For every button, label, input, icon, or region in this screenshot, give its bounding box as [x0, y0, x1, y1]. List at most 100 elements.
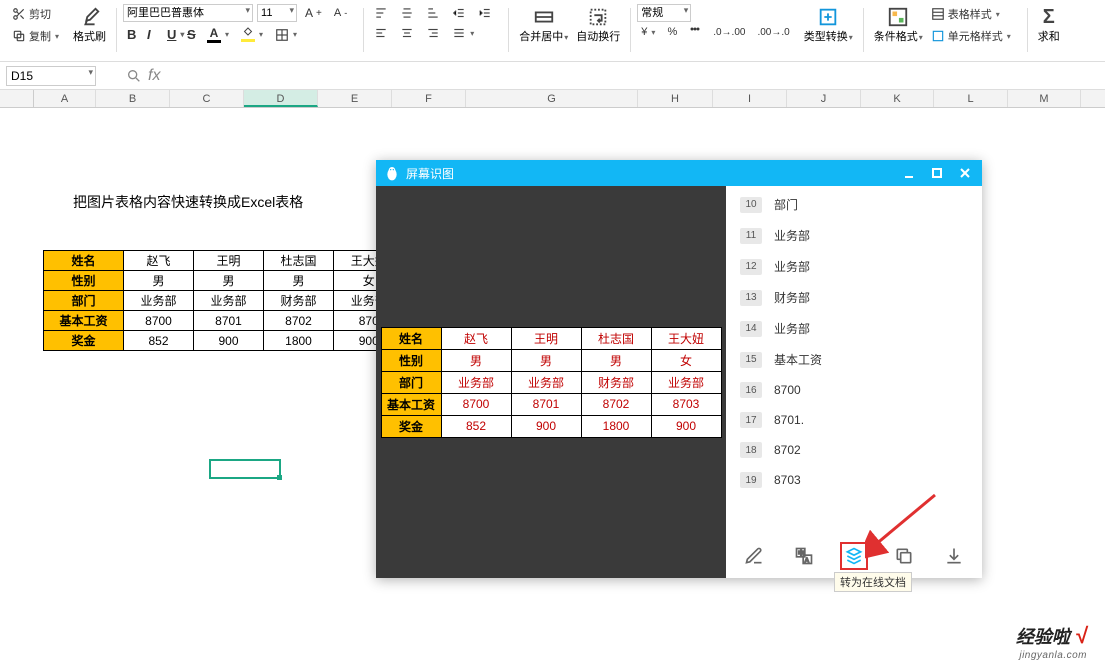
increase-indent-button[interactable] — [474, 4, 496, 22]
cut-button[interactable]: 剪切 — [8, 4, 63, 24]
bold-button[interactable]: B — [123, 25, 139, 44]
column-header[interactable]: J — [787, 90, 861, 107]
justify-button[interactable]: ▾ — [448, 24, 478, 42]
conditional-format-button[interactable]: 条件格式▾ — [870, 4, 927, 46]
column-header[interactable]: I — [713, 90, 787, 107]
maximize-button[interactable] — [928, 164, 946, 182]
ocr-list-item[interactable]: 188702 — [740, 442, 968, 458]
ocr-list-item[interactable]: 16 8700 — [740, 382, 968, 398]
translate-button[interactable]: 中A — [790, 542, 818, 570]
table-styles-button[interactable]: 表格样式▾ — [927, 4, 1015, 24]
decrease-indent-button[interactable] — [448, 4, 470, 22]
ocr-list-item[interactable]: 12业务部 — [740, 258, 968, 275]
ocr-item-number: 15 — [740, 352, 762, 368]
minimize-button[interactable] — [900, 164, 918, 182]
svg-text:中: 中 — [798, 549, 804, 557]
underline-button[interactable]: U▾ — [163, 25, 179, 44]
sum-button[interactable]: Σ 求和 — [1034, 4, 1064, 46]
ocr-preview-pane: 姓名赵飞王明杜志国王大妞性别男男男女部门业务部业务部财务部业务部基本工资8700… — [376, 186, 726, 578]
cell-style-icon — [931, 29, 945, 43]
column-header[interactable]: A — [34, 90, 96, 107]
cell-styles-button[interactable]: 单元格样式▾ — [927, 26, 1015, 46]
column-header[interactable]: C — [170, 90, 244, 107]
align-bottom-button[interactable] — [422, 4, 444, 22]
merge-center-button[interactable]: 合并居中▾ — [515, 4, 572, 46]
edit-button[interactable] — [740, 542, 768, 570]
ocr-item-text: 8700 — [774, 383, 801, 397]
table-cell: 业务部 — [124, 291, 194, 311]
number-format-select[interactable]: 常规 — [637, 4, 691, 22]
convert-icon — [817, 6, 839, 28]
font-size-select[interactable]: 11 — [257, 4, 297, 22]
ocr-table-header: 性别 — [381, 349, 441, 371]
download-button[interactable] — [940, 542, 968, 570]
decrease-font-button[interactable]: A- — [330, 5, 351, 21]
ocr-list-item[interactable]: 11业务部 — [740, 227, 968, 244]
align-left-button[interactable] — [370, 24, 392, 42]
ocr-table-cell: 8703 — [651, 393, 721, 415]
search-icon[interactable] — [126, 68, 142, 84]
align-right-button[interactable] — [422, 24, 444, 42]
type-convert-label: 类型转换 — [804, 31, 848, 43]
ocr-list-item[interactable]: 13财务部 — [740, 289, 968, 306]
sheet-table: 姓名赵飞王明杜志国王大妞性别男男男女部门业务部业务部财务部业务部基本工资8700… — [43, 250, 404, 351]
font-color-button[interactable]: A▾ — [203, 24, 233, 45]
format-painter-label: 格式刷 — [73, 28, 106, 44]
ocr-list-item[interactable]: 15基本工资 — [740, 351, 968, 368]
ribbon: 剪切 复制▾ 格式刷 阿里巴巴普惠体 11 A+ A- B I U▾ S A▾ … — [0, 0, 1105, 62]
ocr-item-number: 16 — [740, 382, 762, 398]
copy-result-button[interactable] — [890, 542, 918, 570]
ocr-list-item[interactable]: 10部门 — [740, 196, 968, 213]
comma-button[interactable] — [685, 24, 705, 40]
name-box[interactable] — [6, 66, 96, 86]
align-middle-button[interactable] — [396, 4, 418, 22]
sigma-icon: Σ — [1038, 6, 1060, 28]
ocr-table-cell: 男 — [581, 349, 651, 371]
align-center-button[interactable] — [396, 24, 418, 42]
column-header[interactable]: K — [861, 90, 934, 107]
font-family-select[interactable]: 阿里巴巴普惠体 — [123, 4, 253, 22]
ocr-result-list[interactable]: 10部门 11业务部 12业务部 13财务部 14业务部 15基本工资 16 8700 1787… — [740, 196, 968, 536]
table-row-header: 部门 — [44, 291, 124, 311]
increase-font-button[interactable]: A+ — [301, 4, 326, 22]
wrap-text-button[interactable]: 自动换行 — [572, 4, 624, 46]
close-button[interactable] — [956, 164, 974, 182]
table-cell: 王明 — [194, 251, 264, 271]
fx-label[interactable]: fx — [148, 67, 160, 85]
increase-decimal-button[interactable]: .0→.00 — [709, 25, 749, 40]
column-header[interactable]: L — [934, 90, 1008, 107]
border-button[interactable]: ▾ — [271, 26, 301, 44]
column-header[interactable]: B — [96, 90, 170, 107]
ocr-table-cell: 男 — [441, 349, 511, 371]
column-header[interactable]: H — [638, 90, 713, 107]
decrease-decimal-button[interactable]: .00→.0 — [753, 25, 793, 40]
ocr-item-text: 8703 — [774, 473, 801, 487]
copy-button[interactable]: 复制▾ — [8, 26, 63, 46]
ocr-list-item[interactable]: 14业务部 — [740, 320, 968, 337]
ocr-table-header: 姓名 — [381, 327, 441, 349]
column-header[interactable]: M — [1008, 90, 1081, 107]
watermark-url: jingyanla.com — [1019, 650, 1087, 661]
popup-titlebar[interactable]: 屏幕识图 — [376, 160, 982, 186]
column-header[interactable]: E — [318, 90, 392, 107]
strikethrough-button[interactable]: S — [183, 25, 199, 44]
column-header[interactable]: G — [466, 90, 638, 107]
format-painter-button[interactable]: 格式刷 — [69, 4, 110, 46]
ocr-item-number: 13 — [740, 290, 762, 306]
convert-to-doc-button[interactable] — [840, 542, 868, 570]
type-convert-button[interactable]: 类型转换▾ — [800, 4, 857, 46]
currency-button[interactable]: ¥▾ — [637, 24, 659, 40]
ocr-table-cell: 900 — [511, 415, 581, 437]
ocr-table-cell: 8701 — [511, 393, 581, 415]
column-header[interactable]: F — [392, 90, 466, 107]
column-header[interactable]: D — [244, 90, 318, 107]
ocr-item-text: 业务部 — [774, 320, 810, 337]
ocr-table-cell: 900 — [651, 415, 721, 437]
ocr-preview-table: 姓名赵飞王明杜志国王大妞性别男男男女部门业务部业务部财务部业务部基本工资8700… — [381, 327, 722, 438]
ocr-list-item[interactable]: 178701. — [740, 412, 968, 428]
percent-button[interactable]: % — [663, 24, 681, 40]
ocr-list-item[interactable]: 198703 — [740, 472, 968, 488]
italic-button[interactable]: I — [143, 25, 159, 44]
align-top-button[interactable] — [370, 4, 392, 22]
fill-color-button[interactable]: ▾ — [237, 25, 267, 44]
